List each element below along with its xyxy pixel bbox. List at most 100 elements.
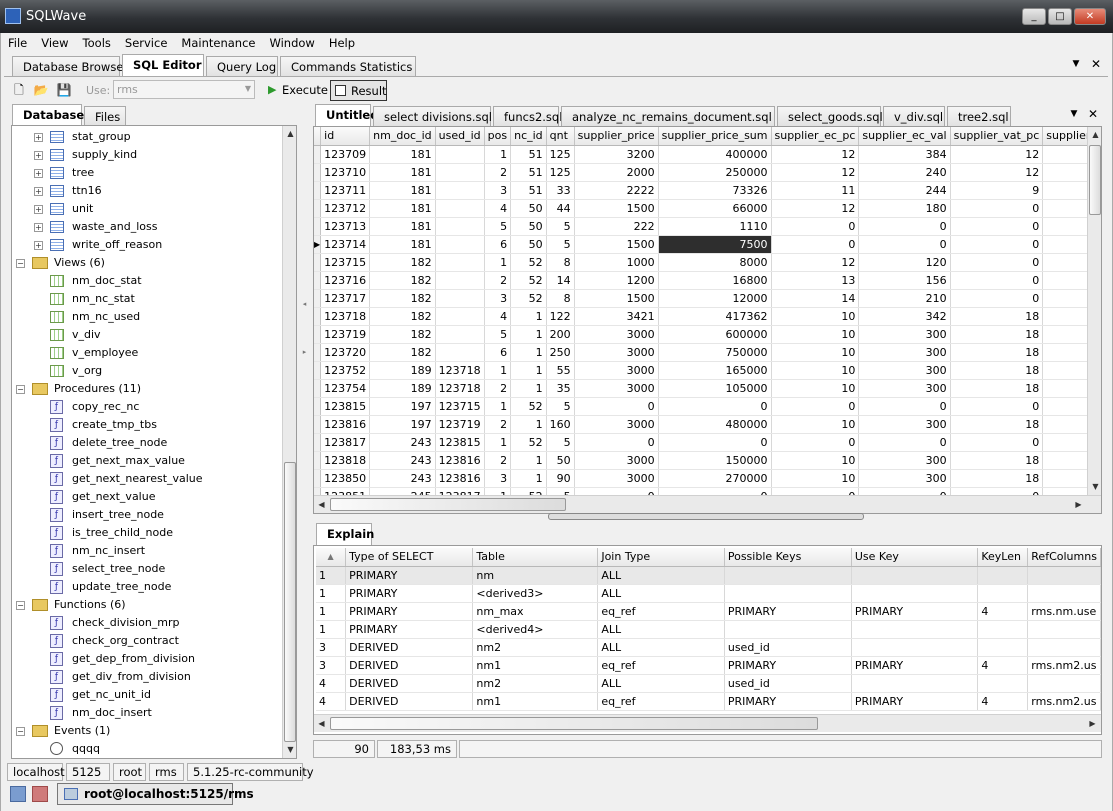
tab-database[interactable]: Database <box>12 104 84 126</box>
tab-funcs2[interactable]: funcs2.sql <box>493 106 562 126</box>
table-cell[interactable]: 123818 <box>320 451 371 470</box>
tab-v-div[interactable]: v_div.sql <box>883 106 945 126</box>
row-indicator[interactable] <box>314 199 322 218</box>
table-cell[interactable]: 181 <box>369 235 436 254</box>
table-cell[interactable]: 123851 <box>320 487 371 495</box>
table-cell[interactable]: 123815 <box>435 433 485 452</box>
tree-table-stat_group[interactable]: + stat_group <box>12 128 282 146</box>
explain-column-header[interactable]: Use Key <box>851 548 979 567</box>
table-cell[interactable]: 52 <box>510 289 547 308</box>
table-cell[interactable]: 594 <box>1042 451 1087 470</box>
table-cell[interactable]: 1000 <box>574 253 659 272</box>
table-cell[interactable]: 1500 <box>574 199 659 218</box>
result-hscroll[interactable]: ◀ ▶ <box>314 495 1101 513</box>
tree-view-nm_nc_stat[interactable]: nm_nc_stat <box>12 290 282 308</box>
table-row[interactable]: 123711181 35133222273326112449222 <box>314 181 1087 200</box>
table-cell[interactable]: 12 <box>771 145 860 164</box>
table-cell[interactable]: 7500 <box>658 235 772 254</box>
table-cell[interactable]: 123710 <box>320 163 371 182</box>
row-indicator[interactable] <box>314 271 322 290</box>
table-cell[interactable]: 0 <box>771 433 860 452</box>
explain-cell[interactable] <box>1027 566 1101 585</box>
table-cell[interactable]: 0 <box>771 487 860 495</box>
explain-cell[interactable] <box>977 620 1029 639</box>
row-indicator[interactable] <box>314 433 322 452</box>
table-row[interactable]: 1238172431238151525000000 <box>314 433 1087 452</box>
explain-cell[interactable]: ALL <box>597 584 725 603</box>
table-cell[interactable]: 12 <box>950 163 1044 182</box>
column-header[interactable]: supplier_price <box>574 127 659 146</box>
table-cell[interactable]: 210 <box>858 289 951 308</box>
menu-window[interactable]: Window <box>262 33 321 53</box>
table-cell[interactable]: 0 <box>950 199 1044 218</box>
explain-row[interactable]: 4 DERIVED nm2 ALL used_id <box>316 674 1101 693</box>
table-cell[interactable]: 3200 <box>574 145 659 164</box>
table-cell[interactable] <box>435 145 485 164</box>
row-indicator[interactable] <box>314 343 322 362</box>
table-cell[interactable]: 10 <box>771 361 860 380</box>
table-cell[interactable]: 51 <box>510 163 547 182</box>
table-cell[interactable]: 0 <box>950 217 1044 236</box>
explain-cell[interactable]: 4 <box>977 656 1029 675</box>
tab-analyze-nc-remains[interactable]: analyze_nc_remains_document.sql <box>561 106 775 126</box>
table-row[interactable]: 1238512451238171525000000 <box>314 487 1087 495</box>
tab-files[interactable]: Files <box>84 106 126 126</box>
explain-cell[interactable]: DERIVED <box>345 656 474 675</box>
table-cell[interactable]: 1500 <box>574 289 659 308</box>
table-cell[interactable] <box>435 181 485 200</box>
table-cell[interactable]: 52 <box>510 253 547 272</box>
table-cell[interactable]: 123717 <box>320 289 371 308</box>
explain-cell[interactable] <box>977 584 1029 603</box>
tab-list-dropdown-icon[interactable]: ▼ <box>1068 56 1084 72</box>
table-cell[interactable]: 300 <box>858 469 951 488</box>
explain-cell[interactable] <box>851 566 979 585</box>
table-cell[interactable]: 0 <box>858 433 951 452</box>
scroll-left-icon[interactable]: ◀ <box>314 716 329 731</box>
vertical-splitter[interactable]: ◂ ▸ <box>302 300 307 560</box>
tab-sql-editor[interactable]: SQL Editor <box>122 54 204 76</box>
table-cell[interactable]: 73326 <box>658 181 772 200</box>
column-header[interactable]: supplier_vat_pc <box>950 127 1044 146</box>
table-cell[interactable]: 250000 <box>658 163 772 182</box>
table-cell[interactable] <box>435 307 485 326</box>
table-cell[interactable]: 123719 <box>435 415 485 434</box>
tab-explain[interactable]: Explain <box>316 523 374 545</box>
table-cell[interactable]: 0 <box>1042 199 1087 218</box>
table-cell[interactable]: 0 <box>771 397 860 416</box>
explain-cell[interactable] <box>851 638 979 657</box>
table-cell[interactable]: 0 <box>574 397 659 416</box>
tree-folder-procedures[interactable]: − Procedures (11) <box>12 380 282 398</box>
table-cell[interactable]: 300 <box>858 343 951 362</box>
table-cell[interactable]: 222 <box>1042 181 1087 200</box>
execute-button[interactable]: Execute <box>282 83 328 97</box>
table-cell[interactable]: 1 <box>484 487 512 495</box>
tab-database-browser[interactable]: Database Browser <box>12 56 128 76</box>
column-header[interactable]: nm_doc_id <box>369 127 436 146</box>
table-cell[interactable] <box>435 253 485 272</box>
explain-cell[interactable]: nm1 <box>472 692 599 711</box>
close-button[interactable]: ✕ <box>1074 8 1106 25</box>
table-cell[interactable]: 594 <box>1042 343 1087 362</box>
tab-select-goods[interactable]: select_goods.sql <box>777 106 883 126</box>
row-indicator[interactable] <box>314 307 322 326</box>
column-header[interactable]: supplier_ec_val <box>858 127 951 146</box>
menu-view[interactable]: View <box>34 33 75 53</box>
table-cell[interactable]: 51 <box>510 181 547 200</box>
table-cell[interactable]: 52 <box>510 487 547 495</box>
table-cell[interactable]: 300 <box>858 325 951 344</box>
table-row[interactable]: 123712181450441500660001218000 <box>314 199 1087 218</box>
new-file-icon[interactable]: 🗋 <box>10 81 28 99</box>
table-cell[interactable]: 3421 <box>574 307 659 326</box>
scroll-up-icon[interactable]: ▲ <box>1088 127 1101 142</box>
explain-cell[interactable]: PRIMARY <box>724 656 852 675</box>
table-cell[interactable]: 123711 <box>320 181 371 200</box>
tree-table-tree[interactable]: + tree <box>12 164 282 182</box>
table-cell[interactable]: 182 <box>369 289 436 308</box>
table-cell[interactable]: 123715 <box>320 253 371 272</box>
table-cell[interactable]: 243 <box>369 469 436 488</box>
table-cell[interactable]: 3000 <box>574 415 659 434</box>
tree-table-ttn16[interactable]: + ttn16 <box>12 182 282 200</box>
table-cell[interactable]: 677 <box>1042 307 1087 326</box>
column-header[interactable]: supplier_vat_val <box>1042 127 1087 146</box>
table-cell[interactable] <box>435 271 485 290</box>
